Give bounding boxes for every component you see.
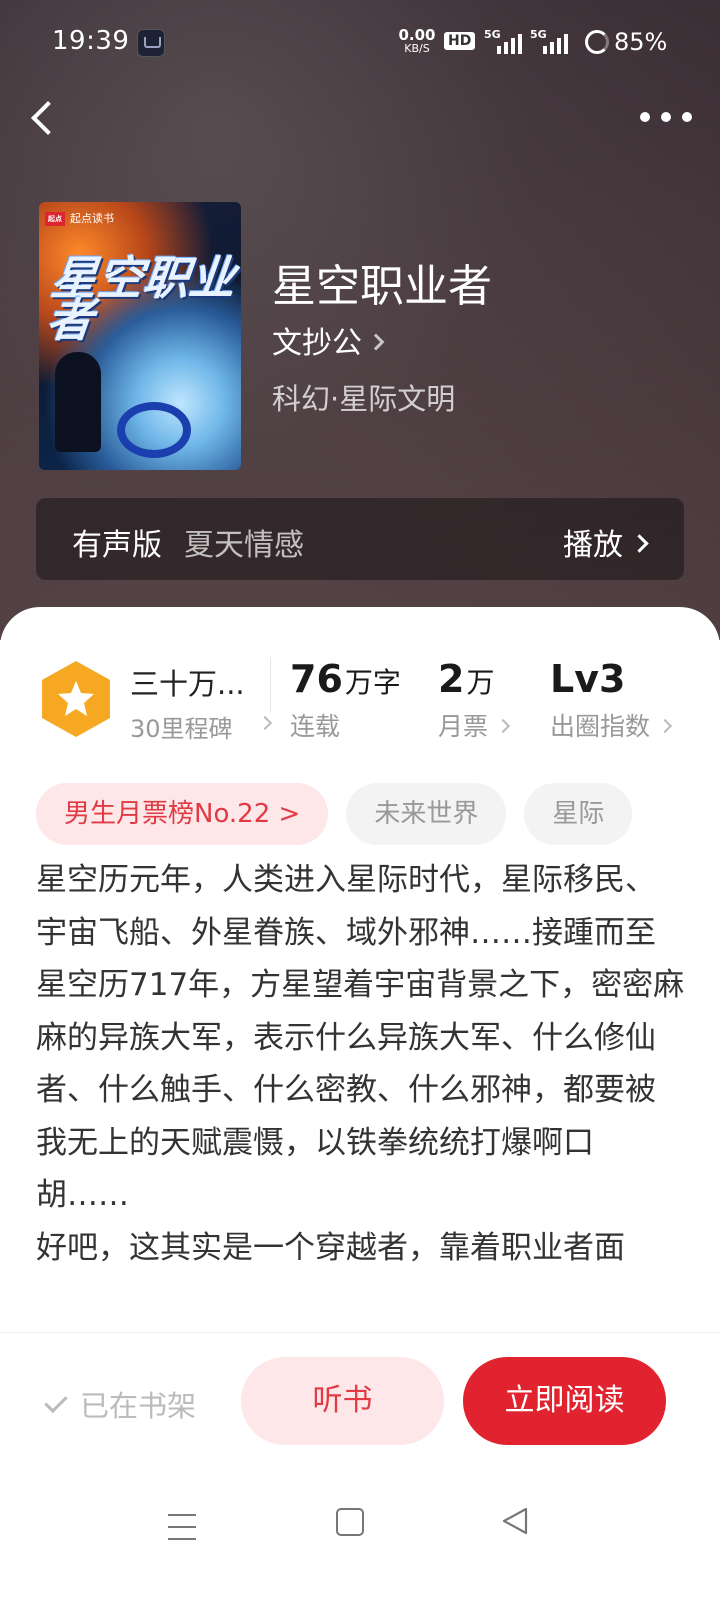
bottom-action-bar: 已在书架 听书 立即阅读	[0, 1332, 720, 1473]
signal-icon: 5G	[484, 28, 524, 56]
check-icon	[44, 1389, 68, 1414]
back-icon[interactable]	[22, 94, 70, 142]
synopsis-paragraph: 好吧，这其实是一个穿越者，靠着职业者面	[36, 1229, 625, 1266]
word-count-label: 连载	[290, 712, 341, 741]
word-count-stat: 76万字 连载	[290, 657, 401, 743]
chevron-right-icon	[367, 333, 385, 351]
word-count-value: 76	[290, 657, 343, 701]
author-name: 文抄公	[272, 326, 362, 361]
synopsis-paragraph: 星空历717年，方星望着宇宙背景之下，密密麻麻的异族大军，表示什么异族大军、什么…	[36, 967, 685, 1213]
synopsis-paragraph: 星空历元年，人类进入星际时代，星际移民、宇宙飞船、外星眷族、域外邪神……接踵而至	[36, 862, 656, 951]
listen-button[interactable]: 听书	[241, 1357, 444, 1445]
tag-list: 男生月票榜No.22 > 未来世界 星际	[36, 783, 633, 845]
chevron-right-icon	[657, 718, 673, 734]
home-icon[interactable]	[336, 1508, 364, 1536]
stats-row: 三十万... 30里程碑 76万字 连载 2万 月票 Lv3 出圈指数	[0, 647, 720, 747]
battery-level: 85%	[614, 28, 668, 56]
chevron-right-icon	[630, 534, 649, 553]
rank-tag[interactable]: 男生月票榜No.22 >	[36, 783, 329, 845]
status-time: 19:39	[52, 26, 130, 56]
system-navigation-bar	[0, 1472, 720, 1610]
back-triangle-icon[interactable]	[500, 1506, 530, 1536]
tag-chip[interactable]: 星际	[524, 783, 633, 845]
chevron-right-icon	[257, 715, 273, 731]
divider	[270, 657, 271, 713]
signal-icon: 5G	[530, 28, 570, 56]
book-title: 星空职业者	[272, 261, 492, 312]
monthly-tickets-value: 2	[438, 657, 465, 701]
monthly-tickets-stat[interactable]: 2万 月票	[438, 657, 511, 743]
cover-brand: 起点 起点读书	[45, 210, 114, 226]
menu-icon[interactable]	[168, 1514, 196, 1540]
notification-app-icon	[137, 29, 165, 57]
cover-ring	[117, 402, 191, 458]
cover-astronaut	[55, 352, 101, 452]
monthly-tickets-unit: 万	[466, 666, 495, 699]
hd-voice-icon: HD	[444, 32, 476, 50]
audio-label: 有声版	[72, 528, 162, 563]
word-count-unit: 万字	[344, 666, 401, 699]
book-cover[interactable]: 起点 起点读书 星空职业者	[39, 202, 241, 470]
battery-icon	[585, 30, 609, 54]
play-button[interactable]: 播放	[563, 520, 649, 564]
star-badge-icon[interactable]	[40, 659, 112, 739]
book-genre: 科幻·星际文明	[272, 382, 456, 416]
monthly-tickets-label: 月票	[438, 707, 511, 743]
milestone-subtitle[interactable]: 30里程碑	[130, 709, 233, 744]
popularity-label: 出圈指数	[550, 707, 673, 743]
top-navigation	[0, 88, 720, 148]
popularity-index-stat[interactable]: Lv3 出圈指数	[550, 657, 673, 743]
audio-narrator: 夏天情感	[184, 528, 304, 563]
more-icon[interactable]	[640, 102, 700, 132]
popularity-level: Lv3	[550, 657, 626, 701]
milestone-title[interactable]: 三十万...	[130, 661, 245, 703]
on-shelf-label: 已在书架	[80, 1389, 197, 1423]
on-shelf-status: 已在书架	[44, 1383, 196, 1425]
network-speed-unit: KB/S	[404, 42, 430, 55]
audio-version-bar[interactable]: 有声版 夏天情感 播放	[36, 498, 684, 580]
author-link[interactable]: 文抄公	[272, 318, 385, 362]
synopsis[interactable]: 星空历元年，人类进入星际时代，星际移民、宇宙飞船、外星眷族、域外邪神……接踵而至…	[36, 854, 686, 1331]
tag-chip[interactable]: 未来世界	[346, 783, 507, 845]
cover-title: 星空职业者	[43, 251, 239, 347]
chevron-right-icon	[495, 718, 511, 734]
network-speed: 0.00 KB/S	[396, 28, 438, 56]
status-bar: 19:39 0.00 KB/S HD 5G 5G 85%	[0, 0, 720, 88]
read-now-button[interactable]: 立即阅读	[463, 1357, 666, 1445]
